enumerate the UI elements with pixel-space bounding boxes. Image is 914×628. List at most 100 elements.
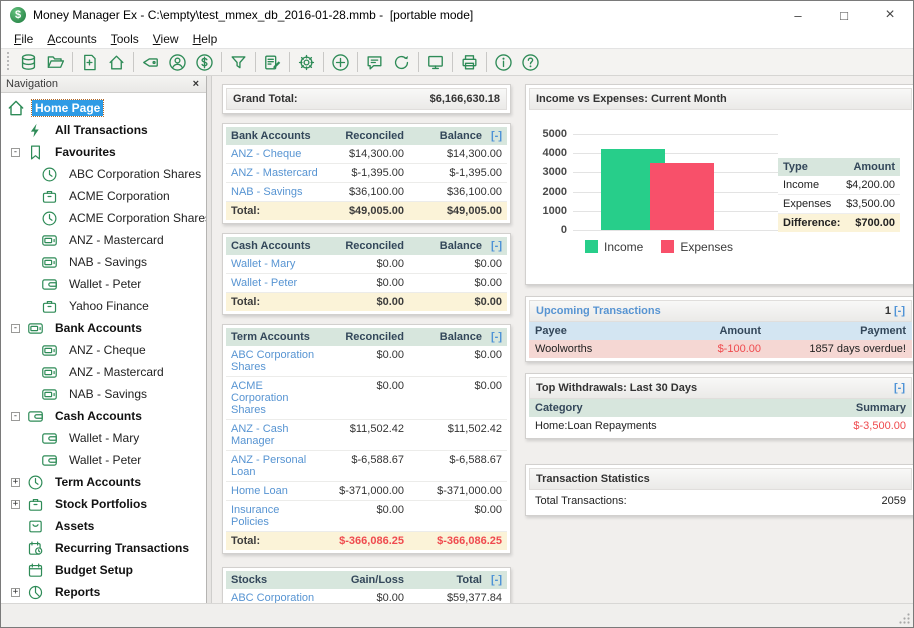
calendar-icon xyxy=(27,562,44,579)
stock-link[interactable]: ABC Corporation xyxy=(231,592,318,603)
minimize-button[interactable]: – xyxy=(775,1,821,29)
nav-item-anz-cheque[interactable]: ANZ - Cheque xyxy=(1,339,206,361)
maximize-button[interactable]: □ xyxy=(821,1,867,29)
navigation-panel: Navigation × Home Page All Transactions … xyxy=(1,76,207,603)
help-icon[interactable] xyxy=(517,50,544,74)
collapse-link[interactable]: [-] xyxy=(894,382,905,394)
balance-value: $0.00 xyxy=(404,349,502,373)
collapse-link[interactable]: [-] xyxy=(482,574,502,586)
total-row: Total: $-366,086.25 $-366,086.25 xyxy=(226,532,507,550)
toolbar-separator xyxy=(289,52,290,72)
resize-grip[interactable] xyxy=(898,612,911,625)
open-folder-icon[interactable] xyxy=(42,50,69,74)
nav-item-acme-corporation-shares[interactable]: ACME Corporation Shares xyxy=(1,207,206,229)
menu-file[interactable]: File xyxy=(7,31,40,47)
nav-item-nab-savings[interactable]: NAB - Savings xyxy=(1,251,206,273)
table-row: Wallet - Peter $0.00 $0.00 xyxy=(226,274,507,293)
open-database-icon[interactable] xyxy=(15,50,42,74)
table-row: ABC Corporation $0.00 $59,377.84 xyxy=(226,589,507,603)
collapse-link[interactable]: [-] xyxy=(482,130,502,142)
home-page-icon[interactable] xyxy=(103,50,130,74)
nav-item-assets[interactable]: Assets xyxy=(1,515,206,537)
new-transaction-icon[interactable] xyxy=(327,50,354,74)
account-link[interactable]: ACME Corporation Shares xyxy=(231,380,318,416)
balance-value: $0.00 xyxy=(404,380,502,416)
nav-item-bank-accounts[interactable]: -Bank Accounts xyxy=(1,317,206,339)
organize-currency-icon[interactable] xyxy=(191,50,218,74)
nav-item-term-accounts[interactable]: +Term Accounts xyxy=(1,471,206,493)
account-link[interactable]: ANZ - Cheque xyxy=(231,148,318,160)
top-withdrawals-title: Top Withdrawals: Last 30 Days xyxy=(536,382,697,394)
account-link[interactable]: Home Loan xyxy=(231,485,318,497)
collapse-link[interactable]: [-] xyxy=(894,305,905,317)
nav-item-anz-mastercard[interactable]: ANZ - Mastercard xyxy=(1,229,206,251)
collapse-link[interactable]: [-] xyxy=(482,240,502,252)
menu-view[interactable]: View xyxy=(146,31,186,47)
nav-item-yahoo-finance[interactable]: Yahoo Finance xyxy=(1,295,206,317)
expenses-legend-label: Expenses xyxy=(680,240,733,254)
new-database-icon[interactable] xyxy=(76,50,103,74)
summary-header: Summary xyxy=(776,402,906,414)
reconciled-value: $36,100.00 xyxy=(318,186,404,198)
nav-item-nab-savings-2[interactable]: NAB - Savings xyxy=(1,383,206,405)
nav-item-abc-corporation-shares[interactable]: ABC Corporation Shares xyxy=(1,163,206,185)
transaction-filter-icon[interactable] xyxy=(225,50,252,74)
nav-item-anz-mastercard-2[interactable]: ANZ - Mastercard xyxy=(1,361,206,383)
menu-help[interactable]: Help xyxy=(186,31,225,47)
nav-item-acme-corporation[interactable]: ACME Corporation xyxy=(1,185,206,207)
collapse-expander[interactable]: - xyxy=(11,148,20,157)
nav-item-cash-accounts[interactable]: -Cash Accounts xyxy=(1,405,206,427)
expand-expander[interactable]: + xyxy=(11,478,20,487)
general-report-manager-icon[interactable] xyxy=(361,50,388,74)
nav-item-wallet-mary[interactable]: Wallet - Mary xyxy=(1,427,206,449)
gainloss-header: Gain/Loss xyxy=(318,574,404,586)
bank-accounts-card: Bank Accounts Reconciled Balance [-] ANZ… xyxy=(222,123,511,224)
collapse-expander[interactable]: - xyxy=(11,324,20,333)
account-link[interactable]: ANZ - Cash Manager xyxy=(231,423,318,447)
account-link[interactable]: ANZ - Mastercard xyxy=(231,167,318,179)
difference-value: $700.00 xyxy=(855,217,895,229)
account-link[interactable]: Wallet - Mary xyxy=(231,258,318,270)
upcoming-transactions-link[interactable]: Upcoming Transactions xyxy=(536,305,661,317)
chart-y-axis: 5000 4000 3000 2000 1000 0 xyxy=(533,134,573,230)
nav-item-favourites[interactable]: -Favourites xyxy=(1,141,206,163)
menu-accounts[interactable]: Accounts xyxy=(40,31,103,47)
nav-item-reports[interactable]: +Reports xyxy=(1,581,206,603)
expand-expander[interactable]: + xyxy=(11,500,20,509)
credit-card-icon xyxy=(41,364,58,381)
collapse-link[interactable]: [-] xyxy=(482,331,502,343)
nav-item-all-transactions[interactable]: All Transactions xyxy=(1,119,206,141)
menu-tools[interactable]: Tools xyxy=(104,31,146,47)
lightning-icon xyxy=(27,122,44,139)
account-link[interactable]: Insurance Policies xyxy=(231,504,318,528)
account-link[interactable]: NAB - Savings xyxy=(231,186,318,198)
organize-payees-icon[interactable] xyxy=(164,50,191,74)
income-value: $4,200.00 xyxy=(846,179,895,191)
nav-item-wallet-peter[interactable]: Wallet - Peter xyxy=(1,273,206,295)
balance-header: Balance xyxy=(404,331,482,343)
expand-expander[interactable]: + xyxy=(11,588,20,597)
toolbar-grip[interactable] xyxy=(5,52,11,72)
transaction-report-icon[interactable] xyxy=(259,50,286,74)
nav-item-stock-portfolios[interactable]: +Stock Portfolios xyxy=(1,493,206,515)
nav-item-budget-setup[interactable]: Budget Setup xyxy=(1,559,206,581)
app-info-icon[interactable] xyxy=(490,50,517,74)
nav-item-home-page[interactable]: Home Page xyxy=(1,97,206,119)
nav-item-wallet-peter-2[interactable]: Wallet - Peter xyxy=(1,449,206,471)
close-button[interactable]: × xyxy=(867,1,913,29)
fullscreen-icon[interactable] xyxy=(422,50,449,74)
gainloss-value: $0.00 xyxy=(318,592,404,603)
nav-item-recurring-transactions[interactable]: Recurring Transactions xyxy=(1,537,206,559)
term-accounts-card: Term Accounts Reconciled Balance [-] ABC… xyxy=(222,324,511,554)
organize-categories-icon[interactable] xyxy=(137,50,164,74)
settings-icon[interactable] xyxy=(293,50,320,74)
print-icon[interactable] xyxy=(456,50,483,74)
check-updates-icon[interactable] xyxy=(388,50,415,74)
toolbar-separator xyxy=(486,52,487,72)
income-legend-swatch xyxy=(585,240,598,253)
account-link[interactable]: ABC Corporation Shares xyxy=(231,349,318,373)
account-link[interactable]: ANZ - Personal Loan xyxy=(231,454,318,478)
account-link[interactable]: Wallet - Peter xyxy=(231,277,318,289)
navigation-close-icon[interactable]: × xyxy=(191,78,201,90)
collapse-expander[interactable]: - xyxy=(11,412,20,421)
